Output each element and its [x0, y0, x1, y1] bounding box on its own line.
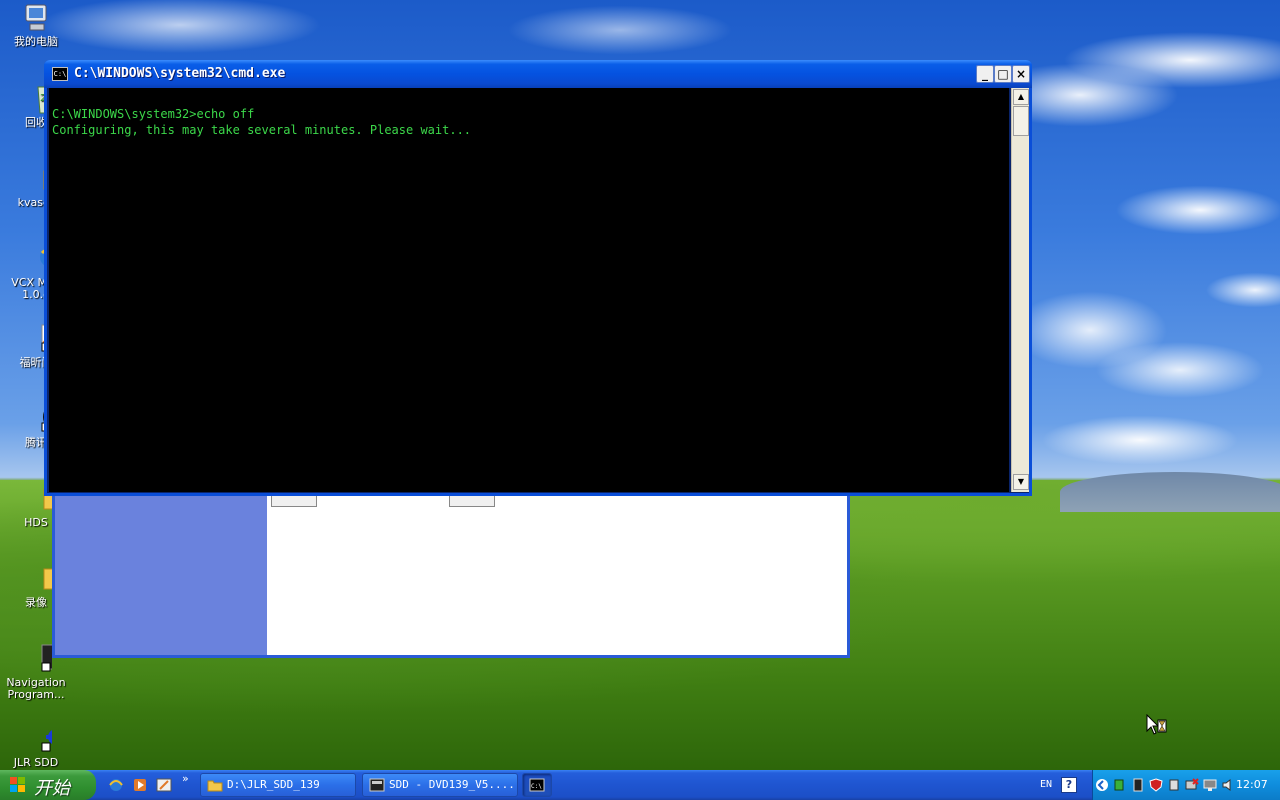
quicklaunch-chevron[interactable]: »	[182, 772, 189, 785]
desktop-icon-label: JLR SDD	[13, 756, 59, 769]
ie-browser-icon[interactable]	[108, 777, 124, 793]
device-icon[interactable]	[1131, 778, 1145, 792]
language-indicator[interactable]: EN	[1040, 779, 1052, 790]
taskbar-item-sdd[interactable]: SDD - DVD139_V5....	[362, 773, 518, 797]
desktop-icon-label: Navigation Program...	[6, 676, 66, 701]
help-icon[interactable]: ?	[1061, 777, 1077, 793]
vertical-scrollbar[interactable]: ▲ ▼	[1011, 88, 1029, 492]
scroll-up-icon[interactable]: ▲	[1013, 89, 1029, 105]
windows-logo-icon	[10, 777, 25, 792]
minimize-button[interactable]: _	[976, 65, 994, 83]
media-player-icon[interactable]	[132, 777, 148, 793]
cmd-icon[interactable]: C:\	[52, 67, 68, 81]
clock[interactable]: 12:07	[1236, 778, 1268, 791]
console-line: C:\WINDOWS\system32>echo off	[52, 107, 255, 121]
taskbar: 开始 » D:\JLR_SDD_139 SDD - DVD139_V5.... …	[0, 770, 1280, 800]
taskbar-item-folder[interactable]: D:\JLR_SDD_139	[200, 773, 356, 797]
background-window-button[interactable]	[449, 495, 495, 507]
cmd-titlebar[interactable]: C:\ C:\WINDOWS\system32\cmd.exe _ □ ×	[44, 60, 1032, 88]
tray-expand-icon[interactable]	[1095, 778, 1109, 792]
folder-icon	[43, 568, 52, 590]
monitor-icon[interactable]	[1203, 778, 1217, 792]
window-title: C:\WINDOWS\system32\cmd.exe	[74, 66, 286, 81]
start-button[interactable]: 开始	[0, 770, 96, 800]
taskbar-item-label: SDD - DVD139_V5....	[389, 778, 515, 791]
navigation-program-icon	[41, 644, 52, 672]
taskbar-item-label: D:\JLR_SDD_139	[227, 778, 320, 791]
my-computer-icon	[25, 4, 47, 31]
wallpaper-hill	[1060, 472, 1280, 512]
sdd-app-icon	[369, 778, 385, 792]
connection-error-icon[interactable]	[1185, 778, 1199, 792]
cmd-window[interactable]: C:\ C:\WINDOWS\system32\cmd.exe _ □ × C:…	[44, 60, 1032, 496]
desktop-icon-my-computer[interactable]: 我的电脑	[0, 2, 72, 48]
close-button[interactable]: ×	[1012, 65, 1030, 83]
maximize-button[interactable]: □	[994, 65, 1012, 83]
volume-icon[interactable]	[1221, 778, 1235, 792]
background-window-button[interactable]	[271, 495, 317, 507]
show-desktop-icon[interactable]	[156, 777, 172, 793]
network-icon[interactable]	[1113, 778, 1127, 792]
scroll-down-icon[interactable]: ▼	[1013, 474, 1029, 490]
cmd-icon: C:\	[529, 778, 545, 792]
svg-text:C:\: C:\	[531, 783, 542, 790]
shield-icon[interactable]	[1149, 778, 1163, 792]
jlr-sdd-icon	[41, 730, 52, 752]
start-label: 开始	[34, 778, 70, 799]
busy-cursor-icon	[1146, 714, 1167, 735]
console-output[interactable]: C:\WINDOWS\system32>echo off Configuring,…	[49, 88, 1009, 492]
scrollbar-thumb[interactable]	[1013, 106, 1029, 136]
usb-icon[interactable]	[1167, 778, 1181, 792]
desktop-icon-jlr-sdd[interactable]: JLR SDD	[0, 723, 72, 769]
folder-icon	[207, 780, 223, 792]
desktop-icon-label: 我的电脑	[14, 35, 58, 48]
console-line: Configuring, this may take several minut…	[52, 123, 472, 137]
taskbar-item-cmd[interactable]: C:\	[522, 773, 552, 797]
